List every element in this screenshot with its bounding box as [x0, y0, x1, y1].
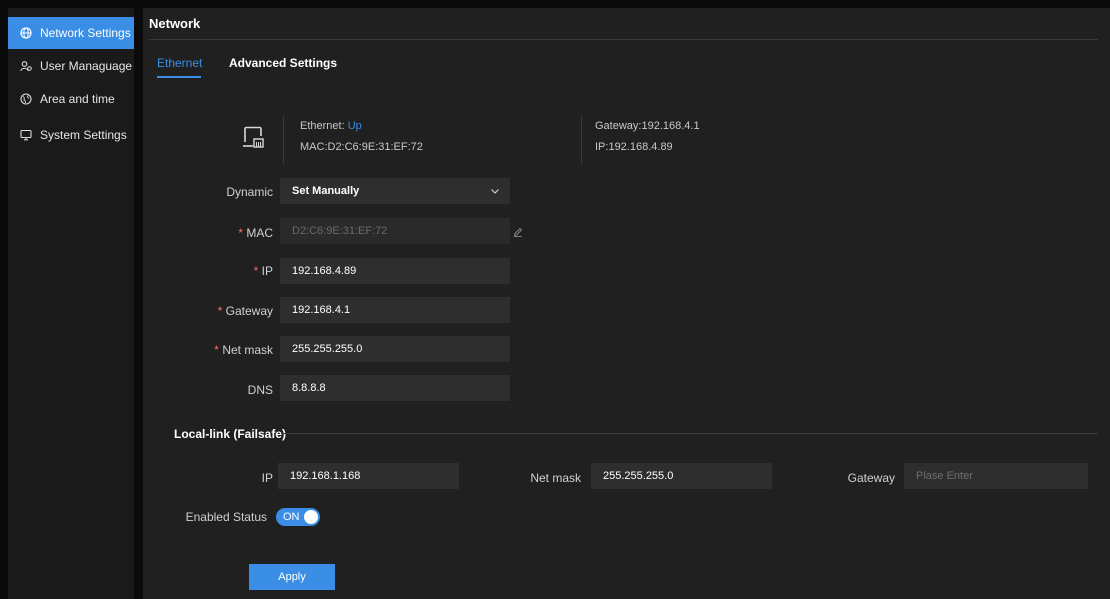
- divider: [281, 433, 1098, 434]
- edit-icon[interactable]: [513, 226, 523, 240]
- required-mark: *: [217, 304, 223, 318]
- ethernet-monitor-icon: [242, 126, 264, 153]
- local-gateway-field[interactable]: [904, 463, 1088, 489]
- dynamic-select-value: Set Manually: [292, 185, 360, 197]
- netmask-label-text: Net mask: [222, 343, 273, 357]
- divider: [283, 116, 284, 164]
- globe-icon: [20, 27, 32, 39]
- local-gateway-label: Gateway: [847, 471, 895, 485]
- sidebar-item-label: System Settings: [40, 128, 127, 142]
- local-ip-field[interactable]: [278, 463, 459, 489]
- tab-advanced-settings[interactable]: Advanced Settings: [229, 56, 337, 70]
- ethernet-label: Ethernet:: [300, 120, 345, 132]
- local-netmask-field[interactable]: [591, 463, 772, 489]
- ethernet-status: Ethernet: Up: [300, 120, 362, 132]
- active-tab-indicator: [157, 76, 201, 78]
- sidebar-item-network-settings[interactable]: Network Settings: [8, 17, 134, 49]
- divider: [581, 116, 582, 164]
- sidebar-item-user-manage[interactable]: User Managuage: [8, 50, 134, 82]
- globe-clock-icon: [20, 93, 32, 105]
- mac-label: * MAC: [143, 226, 273, 240]
- local-ip-label: IP: [261, 471, 273, 485]
- netmask-label: * Net mask: [143, 343, 273, 357]
- sidebar-item-label: User Managuage: [40, 59, 133, 73]
- divider: [149, 39, 1098, 40]
- enabled-status-label: Enabled Status: [185, 510, 267, 524]
- ethernet-state: Up: [347, 120, 362, 132]
- main-panel: Network Ethernet Advanced Settings Ether…: [143, 8, 1110, 599]
- required-mark: *: [238, 226, 243, 240]
- required-mark: *: [214, 343, 219, 357]
- mac-status: MAC:D2:C6:9E:31:EF:72: [300, 141, 423, 153]
- section-title-local-link: Local-link (Failsafe): [174, 427, 287, 441]
- gateway-field[interactable]: [280, 297, 510, 323]
- netmask-field[interactable]: [280, 336, 510, 362]
- sidebar-item-area-and-time[interactable]: Area and time: [8, 83, 134, 115]
- monitor-icon: [20, 129, 32, 141]
- page-title: Network: [149, 16, 201, 31]
- tab-ethernet[interactable]: Ethernet: [157, 56, 202, 70]
- local-netmask-label: Net mask: [530, 471, 581, 485]
- gateway-label-text: Gateway: [225, 304, 273, 318]
- gateway-status: Gateway:192.168.4.1: [595, 120, 700, 132]
- dns-label: DNS: [247, 383, 273, 397]
- dns-field[interactable]: [280, 375, 510, 401]
- sidebar-item-label: Network Settings: [40, 26, 131, 40]
- sidebar: Network Settings User Managuage Area and…: [8, 8, 134, 599]
- sidebar-item-label: Area and time: [40, 92, 115, 106]
- ip-label-text: IP: [261, 264, 273, 278]
- sidebar-item-system-settings[interactable]: System Settings: [8, 119, 134, 151]
- users-icon: [20, 60, 32, 72]
- ip-status: IP:192.168.4.89: [595, 141, 673, 153]
- toggle-knob: [304, 510, 318, 524]
- mac-field: [280, 218, 510, 244]
- required-mark: *: [253, 264, 259, 278]
- chevron-down-icon: [490, 186, 500, 199]
- dynamic-select[interactable]: Set Manually: [280, 178, 510, 204]
- apply-button[interactable]: Apply: [249, 564, 335, 590]
- enabled-status-toggle[interactable]: ON: [276, 508, 320, 526]
- dynamic-label: Dynamic: [226, 185, 273, 199]
- ip-field[interactable]: [280, 258, 510, 284]
- toggle-state-label: ON: [283, 511, 300, 523]
- gateway-label: * Gateway: [143, 304, 273, 318]
- mac-label-text: MAC: [246, 226, 273, 240]
- ip-label: * IP: [143, 264, 273, 278]
